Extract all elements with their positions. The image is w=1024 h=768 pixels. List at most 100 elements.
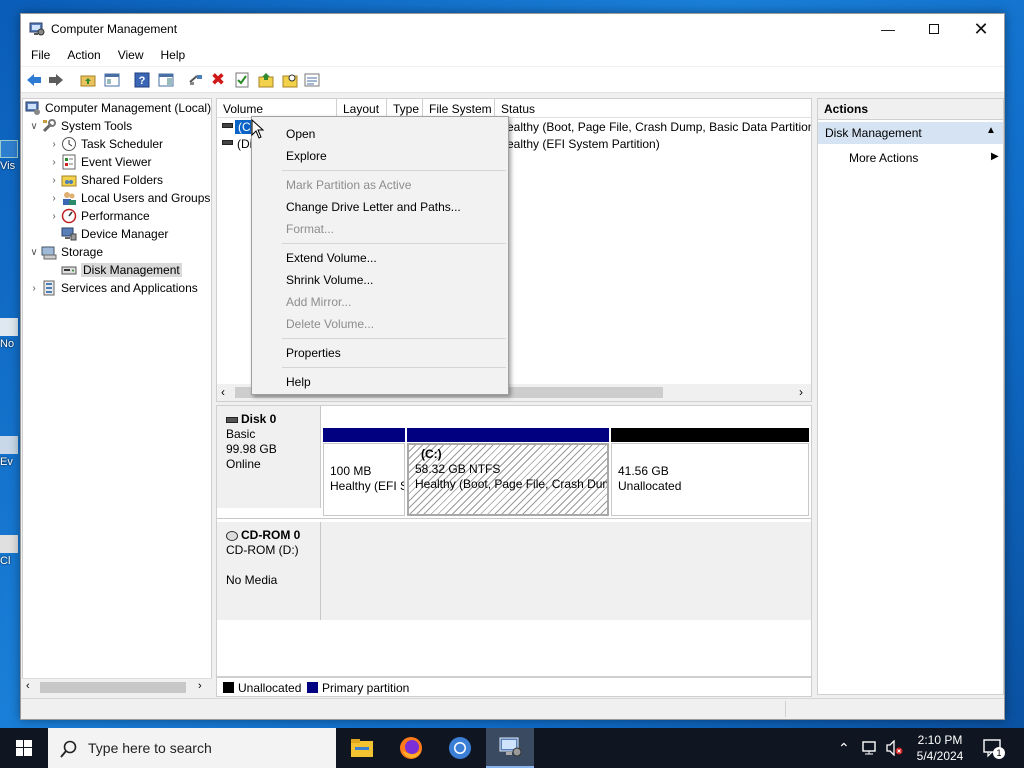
svg-text:?: ? <box>139 75 146 87</box>
tree-item-local-users[interactable]: › Local Users and Groups <box>47 189 210 207</box>
partition-size: 58.32 GB NTFS <box>415 462 501 476</box>
chevron-right-icon[interactable]: › <box>47 211 61 222</box>
partition-efi[interactable]: 100 MB Healthy (EFI S <box>323 428 405 516</box>
partition-title <box>330 454 398 464</box>
tree-item-services[interactable]: › Services and Applications <box>27 279 198 297</box>
chevron-right-icon[interactable]: › <box>47 193 61 204</box>
notification-center-button[interactable]: 1 <box>982 728 1005 768</box>
chevron-right-icon[interactable]: › <box>47 175 61 186</box>
new-folder-button[interactable] <box>257 71 275 89</box>
title-bar[interactable]: Computer Management — ✕ <box>21 14 1004 44</box>
collapse-up-icon[interactable]: ▲ <box>986 125 996 136</box>
show-hide-console-tree-button[interactable] <box>103 71 121 89</box>
partition-unallocated[interactable]: 41.56 GB Unallocated <box>611 428 809 516</box>
window-title: Computer Management <box>51 22 178 36</box>
menu-item-open[interactable]: Open <box>286 127 315 141</box>
tree-item-computer-management[interactable]: Computer Management (Local) <box>25 99 211 117</box>
menu-action[interactable]: Action <box>57 44 107 62</box>
tray-volume[interactable] <box>886 728 904 768</box>
connect-icon <box>189 75 202 85</box>
start-button[interactable] <box>0 728 48 768</box>
drive-icon <box>222 123 233 128</box>
desktop-icon-2[interactable]: No <box>0 318 20 350</box>
tree-item-device-manager[interactable]: Device Manager <box>61 225 168 243</box>
forward-button[interactable] <box>47 71 65 89</box>
scroll-left-icon[interactable]: ‹ <box>26 680 30 692</box>
connect-button[interactable] <box>187 71 205 89</box>
up-folder-button[interactable] <box>79 71 97 89</box>
tree-label: Device Manager <box>81 227 169 241</box>
back-button[interactable] <box>25 71 43 89</box>
chevron-right-icon[interactable]: › <box>27 283 41 294</box>
console-tree: Computer Management (Local) ∨ System Too… <box>22 98 212 695</box>
storage-icon <box>41 246 57 260</box>
menu-item-format: Format... <box>286 222 335 236</box>
tree-label: Computer Management (Local) <box>45 101 212 115</box>
actions-section-disk-management[interactable]: Disk Management ▲ <box>818 122 1003 144</box>
menu-separator <box>282 170 506 171</box>
menu-file[interactable]: File <box>21 44 57 62</box>
folder-search-icon <box>282 74 298 88</box>
menu-item-shrink-volume[interactable]: Shrink Volume... <box>286 273 373 287</box>
show-hide-action-pane-button[interactable] <box>157 71 175 89</box>
tree-item-performance[interactable]: › Performance <box>47 207 150 225</box>
firefox-icon <box>400 737 422 759</box>
menu-item-help[interactable]: Help <box>286 375 311 389</box>
scroll-right-icon[interactable]: › <box>198 680 202 692</box>
desktop-icon-4[interactable]: Cl <box>0 535 20 567</box>
clock-icon <box>62 137 76 151</box>
hard-disk-icon <box>226 416 238 423</box>
search-folder-button[interactable] <box>281 71 299 89</box>
tree-item-system-tools[interactable]: ∨ System Tools <box>27 117 132 135</box>
close-button[interactable]: ✕ <box>958 14 1004 44</box>
chevron-down-icon[interactable]: ∨ <box>27 121 41 132</box>
disk0-state: Online <box>226 457 261 471</box>
properties-button[interactable] <box>233 71 251 89</box>
desktop-icon-1[interactable]: Vis <box>0 140 20 172</box>
scroll-thumb[interactable] <box>40 682 186 693</box>
computer-management-icon <box>499 737 522 757</box>
maximize-button[interactable] <box>911 14 957 44</box>
details-view-button[interactable] <box>303 71 321 89</box>
chevron-right-icon[interactable]: › <box>47 157 61 168</box>
scroll-right-icon[interactable]: › <box>799 385 803 399</box>
partition-c[interactable]: (C:) 58.32 GB NTFS Healthy (Boot, Page F… <box>407 428 609 516</box>
tray-overflow-button[interactable]: ⌃ <box>838 728 850 768</box>
cdrom0-empty-area <box>321 522 811 620</box>
tree-label: Storage <box>61 245 104 259</box>
chevron-down-icon[interactable]: ∨ <box>27 247 41 258</box>
disk0-label[interactable]: Disk 0 Basic 99.98 GB Online <box>217 406 321 508</box>
cdrom0-drive: CD-ROM (D:) <box>226 543 299 557</box>
tree-item-storage[interactable]: ∨ Storage <box>27 243 103 261</box>
services-icon <box>43 280 55 296</box>
menu-help[interactable]: Help <box>151 44 193 62</box>
desktop-icon-3[interactable]: Ev <box>0 436 20 468</box>
taskbar-chrome[interactable] <box>436 728 484 768</box>
menu-item-extend-volume[interactable]: Extend Volume... <box>286 251 377 265</box>
taskbar-clock[interactable]: 2:10 PM 5/4/2024 <box>905 732 975 764</box>
taskbar-computer-management[interactable] <box>486 728 534 768</box>
scroll-left-icon[interactable]: ‹ <box>221 385 225 399</box>
delete-button[interactable]: ✖ <box>209 70 227 89</box>
tray-network[interactable] <box>862 728 880 768</box>
app-icon <box>0 318 18 336</box>
menu-item-properties[interactable]: Properties <box>286 346 341 360</box>
tree-item-task-scheduler[interactable]: › Task Scheduler <box>47 135 163 153</box>
tree-item-disk-management[interactable]: Disk Management <box>61 261 182 279</box>
taskbar-firefox[interactable] <box>387 728 435 768</box>
tree-horizontal-scrollbar[interactable]: ‹ › <box>22 678 212 695</box>
chevron-right-icon[interactable]: › <box>47 139 61 150</box>
column-header-status[interactable]: Status <box>495 99 811 118</box>
event-log-icon <box>62 154 76 170</box>
menu-view[interactable]: View <box>108 44 151 62</box>
tree-item-event-viewer[interactable]: › Event Viewer <box>47 153 151 171</box>
cdrom0-label[interactable]: CD-ROM 0 CD-ROM (D:) No Media <box>217 522 321 620</box>
menu-item-change-drive-letter[interactable]: Change Drive Letter and Paths... <box>286 200 461 214</box>
tree-item-shared-folders[interactable]: › Shared Folders <box>47 171 163 189</box>
menu-item-explore[interactable]: Explore <box>286 149 327 163</box>
more-actions-item[interactable]: More Actions ▶ <box>849 151 999 165</box>
help-button[interactable]: ? <box>133 71 151 89</box>
minimize-button[interactable]: — <box>865 14 911 44</box>
taskbar-search-box[interactable]: Type here to search <box>48 728 336 768</box>
taskbar-file-explorer[interactable] <box>338 728 386 768</box>
